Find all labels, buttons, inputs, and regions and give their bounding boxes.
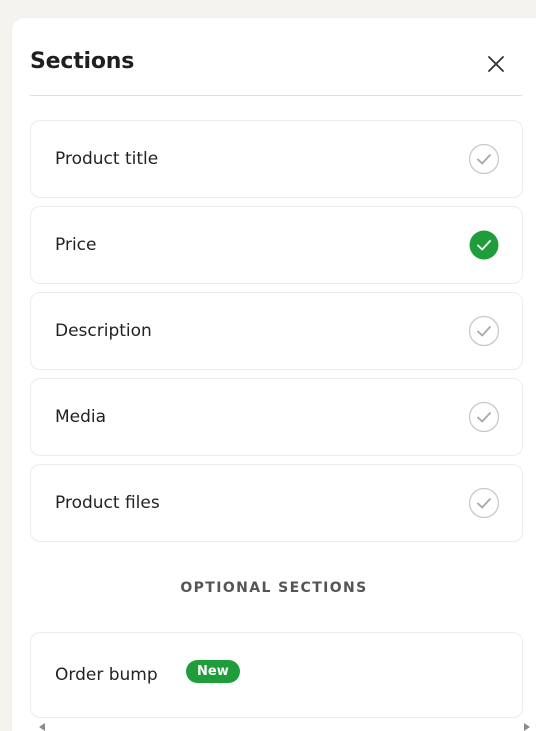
section-row-price[interactable]: Price — [30, 206, 523, 284]
optional-row-order-bump[interactable]: Order bump New — [30, 632, 523, 718]
scroll-left-arrow-icon[interactable] — [39, 723, 45, 731]
sections-panel: Sections Product title Price Description… — [12, 18, 536, 731]
optional-sections-heading: OPTIONAL SECTIONS — [180, 580, 368, 596]
section-row-product-files[interactable]: Product files — [30, 464, 523, 542]
panel-title: Sections — [30, 49, 135, 74]
section-label: Price — [55, 235, 97, 255]
check-circle-icon[interactable] — [468, 401, 500, 433]
optional-label: Order bump — [55, 665, 158, 685]
check-circle-icon[interactable] — [468, 487, 500, 519]
new-badge: New — [186, 660, 240, 683]
section-row-product-title[interactable]: Product title — [30, 120, 523, 198]
check-circle-icon[interactable] — [468, 229, 500, 261]
check-circle-icon[interactable] — [468, 143, 500, 175]
panel-header: Sections — [30, 18, 522, 96]
section-row-description[interactable]: Description — [30, 292, 523, 370]
sections-list: Product title Price Description Media Pr… — [30, 120, 523, 550]
section-label: Description — [55, 321, 152, 341]
section-row-media[interactable]: Media — [30, 378, 523, 456]
section-label: Media — [55, 407, 107, 427]
close-icon — [488, 56, 504, 72]
section-label: Product title — [55, 149, 159, 169]
close-button[interactable] — [484, 52, 508, 76]
scroll-right-arrow-icon[interactable] — [524, 723, 530, 731]
check-circle-icon[interactable] — [468, 315, 500, 347]
section-label: Product files — [55, 493, 160, 513]
